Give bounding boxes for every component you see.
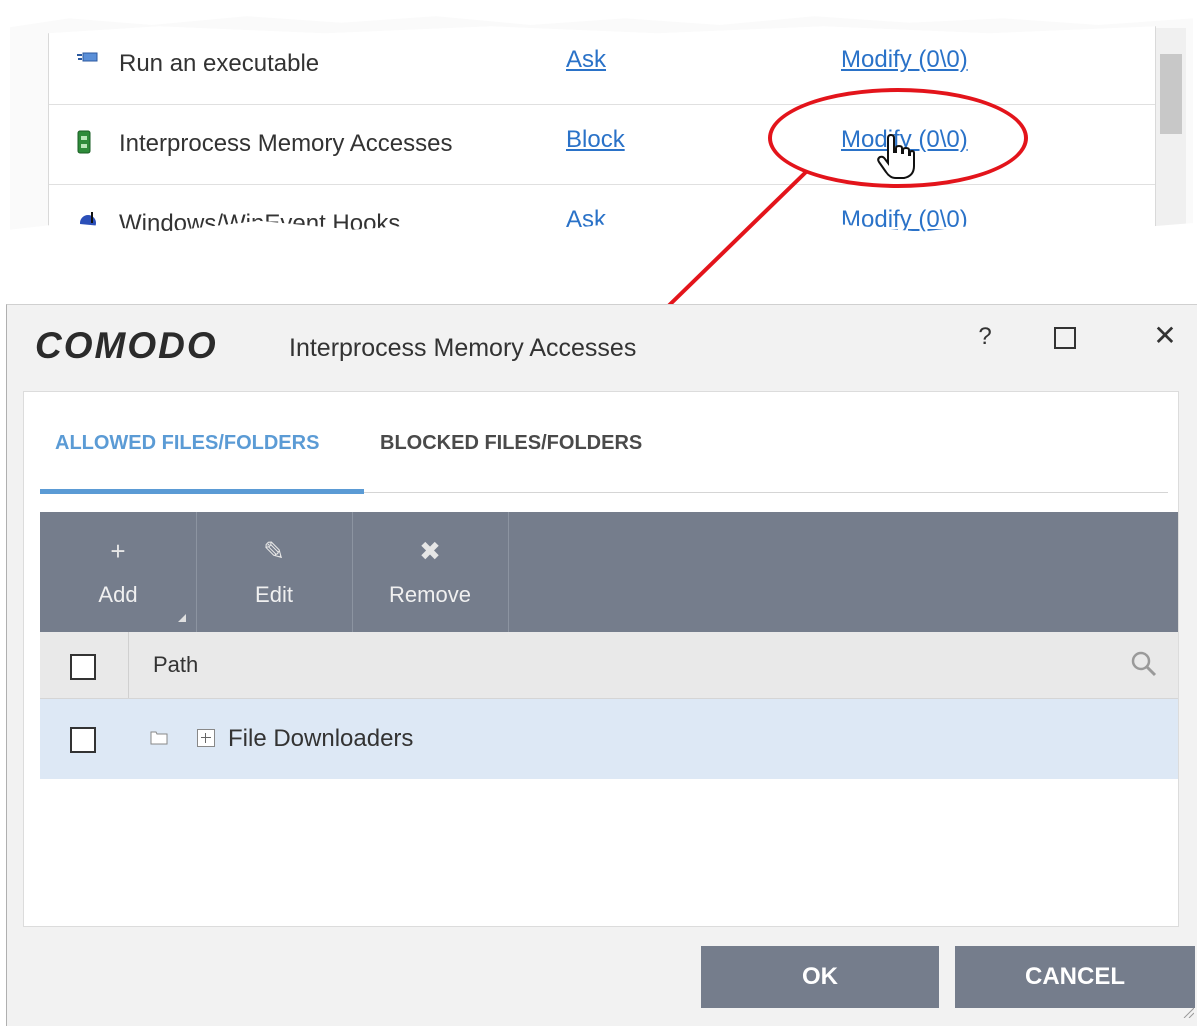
interprocess-dialog: COMODO Interprocess Memory Accesses ? ✕ …	[6, 304, 1197, 1026]
dialog-title: Interprocess Memory Accesses	[289, 334, 637, 362]
rule-action-link[interactable]: Block	[566, 126, 625, 154]
memory-chip-icon	[77, 130, 97, 154]
ok-button[interactable]: OK	[701, 946, 939, 1008]
rule-name: Interprocess Memory Accesses	[119, 130, 453, 157]
add-label: Add	[98, 582, 138, 607]
add-button[interactable]: + Add	[40, 512, 197, 632]
rule-row-winevent-hooks: Windows/WinEvent Hooks Ask Modify (0\0)	[49, 184, 1155, 237]
active-tab-indicator	[40, 489, 364, 494]
rule-action-link[interactable]: Ask	[566, 206, 606, 232]
expand-icon[interactable]	[197, 729, 215, 747]
modify-link[interactable]: Modify (0\0)	[841, 206, 968, 232]
column-separator	[128, 632, 129, 698]
hand-cursor-icon	[876, 133, 916, 180]
folder-icon	[150, 729, 168, 745]
edit-button[interactable]: ✎ Edit	[196, 512, 353, 632]
rule-name: Windows/WinEvent Hooks	[119, 210, 401, 237]
hook-icon	[77, 210, 97, 232]
help-button[interactable]: ?	[965, 323, 1005, 351]
row-name: File Downloaders	[228, 725, 414, 752]
grid-header: Path	[40, 632, 1178, 699]
tab-allowed-files[interactable]: ALLOWED FILES/FOLDERS	[55, 432, 319, 455]
remove-button[interactable]: ✖ Remove	[352, 512, 509, 632]
remove-label: Remove	[389, 582, 471, 607]
rules-excerpt: Run an executable Ask Modify (0\0) Inter…	[0, 0, 1197, 245]
run-executable-icon	[77, 50, 98, 74]
edit-label: Edit	[255, 582, 293, 607]
search-icon[interactable]	[1130, 650, 1158, 678]
scrollbar-thumb[interactable]	[1160, 54, 1182, 134]
rule-action-link[interactable]: Ask	[566, 46, 606, 74]
x-icon: ✖	[419, 536, 441, 566]
select-all-checkbox[interactable]	[70, 654, 96, 680]
rule-row-run-executable: Run an executable Ask Modify (0\0)	[49, 26, 1155, 105]
plus-icon: +	[110, 536, 126, 566]
resize-grip-icon[interactable]	[1182, 1005, 1195, 1019]
pencil-icon: ✎	[263, 536, 285, 566]
maximize-button[interactable]	[1054, 327, 1076, 349]
dialog-content: ALLOWED FILES/FOLDERS BLOCKED FILES/FOLD…	[23, 391, 1179, 927]
table-row[interactable]: File Downloaders	[40, 699, 1178, 779]
tab-blocked-files[interactable]: BLOCKED FILES/FOLDERS	[380, 432, 642, 455]
close-button[interactable]: ✕	[1145, 319, 1185, 352]
dropdown-corner-icon[interactable]	[178, 614, 186, 622]
cancel-button[interactable]: CANCEL	[955, 946, 1195, 1008]
row-checkbox[interactable]	[70, 727, 96, 753]
rule-name: Run an executable	[119, 50, 320, 77]
column-header-path[interactable]: Path	[153, 652, 198, 678]
toolbar: + Add ✎ Edit ✖ Remove	[40, 512, 1178, 632]
modify-link[interactable]: Modify (0\0)	[841, 46, 968, 74]
comodo-logo: COMODO	[35, 325, 218, 366]
